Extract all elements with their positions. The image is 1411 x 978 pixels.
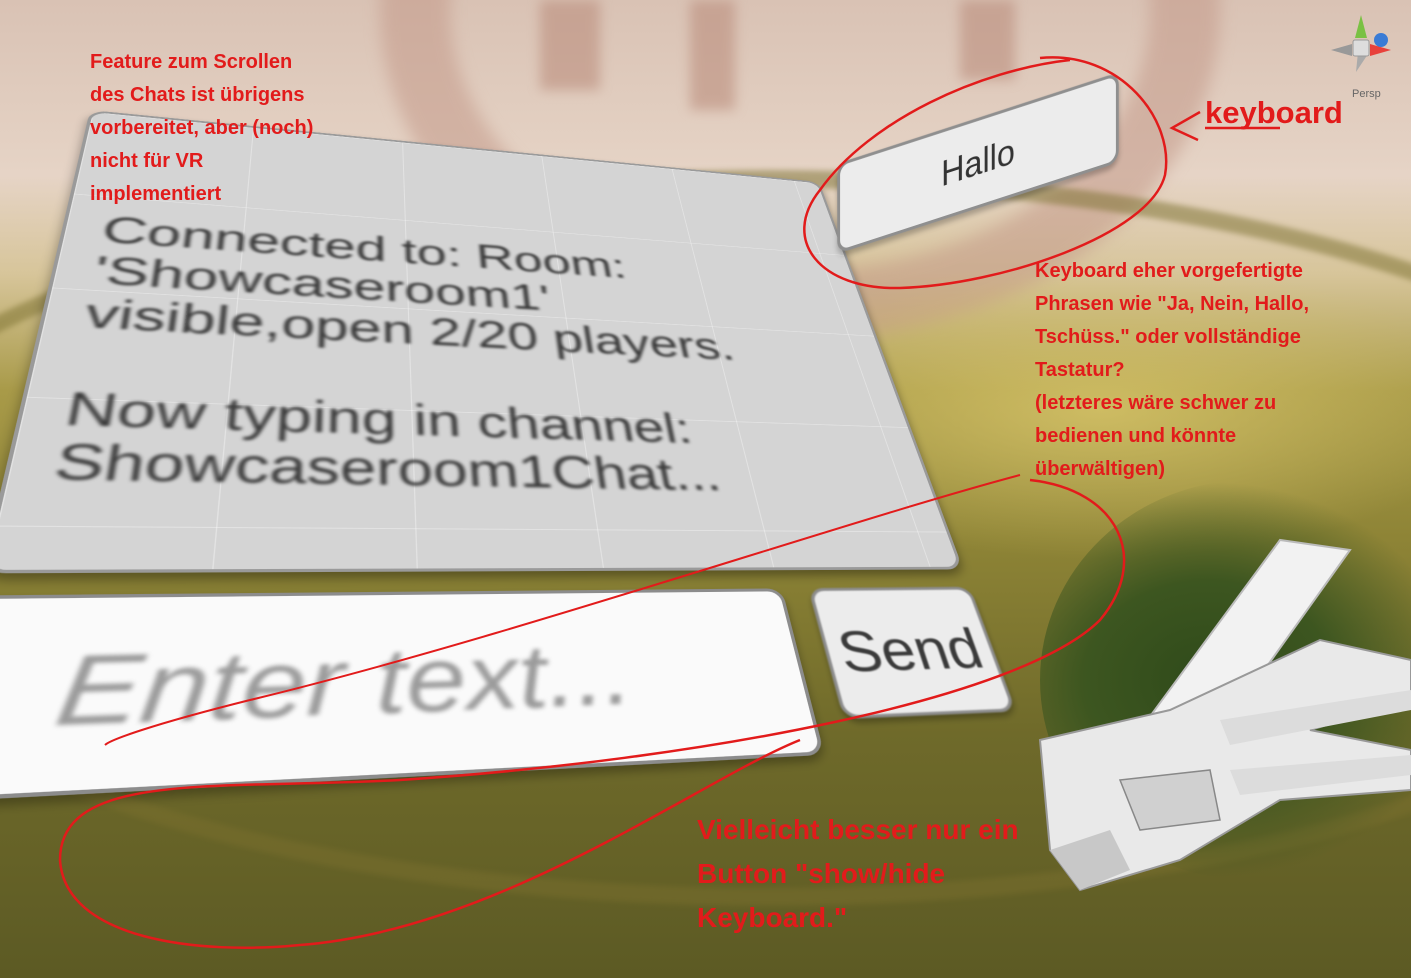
annotation-showhide-note: Vielleicht besser nur ein Button "show/h… (697, 814, 1019, 933)
annotation-keyboard-label: keyboard (1205, 95, 1343, 130)
annotation-scroll-note: Feature zum Scrollen des Chats ist übrig… (90, 51, 314, 205)
annotation-keyboard-question: Keyboard eher vorgefertigte Phrasen wie … (1035, 260, 1310, 480)
gizmo-persp-label: Persp (1352, 88, 1381, 100)
scene-orientation-gizmo-icon[interactable] (1326, 10, 1396, 80)
chat-input-placeholder: Enter text... (48, 624, 638, 749)
chat-log-text: Connected to: Room: 'Showcaseroom1' visi… (49, 209, 739, 501)
send-button[interactable]: Send (808, 586, 1017, 720)
chat-input-field[interactable]: Enter text... (0, 588, 825, 803)
